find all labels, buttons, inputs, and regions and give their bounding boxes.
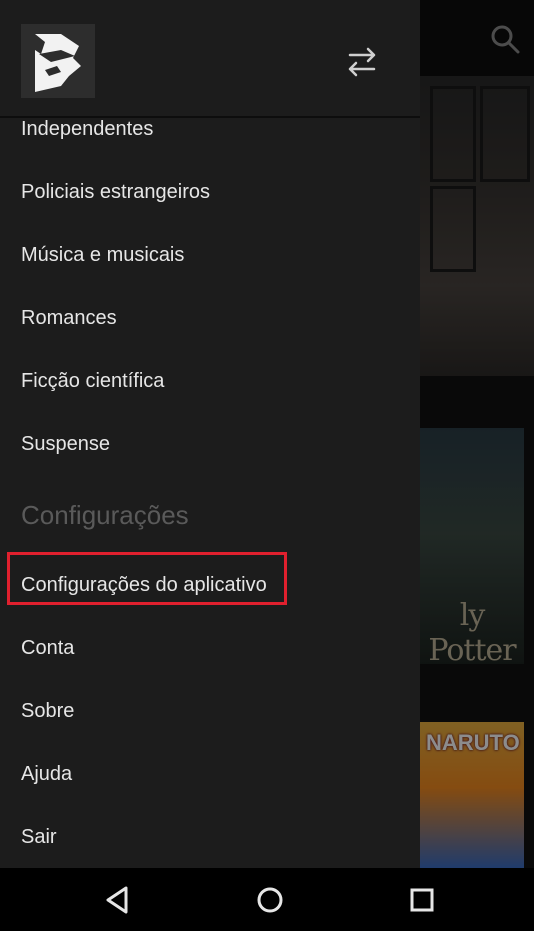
drawer-header <box>0 0 420 118</box>
menu-item-conta[interactable]: Conta <box>0 617 420 680</box>
genre-item-musica-e-musicais[interactable]: Música e musicais <box>0 224 420 287</box>
genre-item-ficcao-cientifica[interactable]: Ficção científica <box>0 350 420 413</box>
menu-item-sair[interactable]: Sair <box>0 806 420 868</box>
profile-icon <box>35 34 81 92</box>
profile-avatar[interactable] <box>21 24 95 98</box>
system-navigation-bar <box>0 868 534 931</box>
recent-apps-icon[interactable] <box>404 882 440 918</box>
genre-item-romances[interactable]: Romances <box>0 287 420 350</box>
genre-item-policiais-estrangeiros[interactable]: Policiais estrangeiros <box>0 161 420 224</box>
highlight-box <box>7 552 287 605</box>
genre-item-suspense[interactable]: Suspense <box>0 413 420 476</box>
back-icon[interactable] <box>100 882 136 918</box>
home-icon[interactable] <box>252 882 288 918</box>
menu-item-ajuda[interactable]: Ajuda <box>0 743 420 806</box>
navigation-drawer: Independentes Policiais estrangeiros Mús… <box>0 0 420 868</box>
scrim[interactable] <box>420 0 534 868</box>
switch-profile-icon[interactable] <box>342 44 382 80</box>
menu-item-sobre[interactable]: Sobre <box>0 680 420 743</box>
section-title-configuracoes: Configurações <box>21 500 189 530</box>
